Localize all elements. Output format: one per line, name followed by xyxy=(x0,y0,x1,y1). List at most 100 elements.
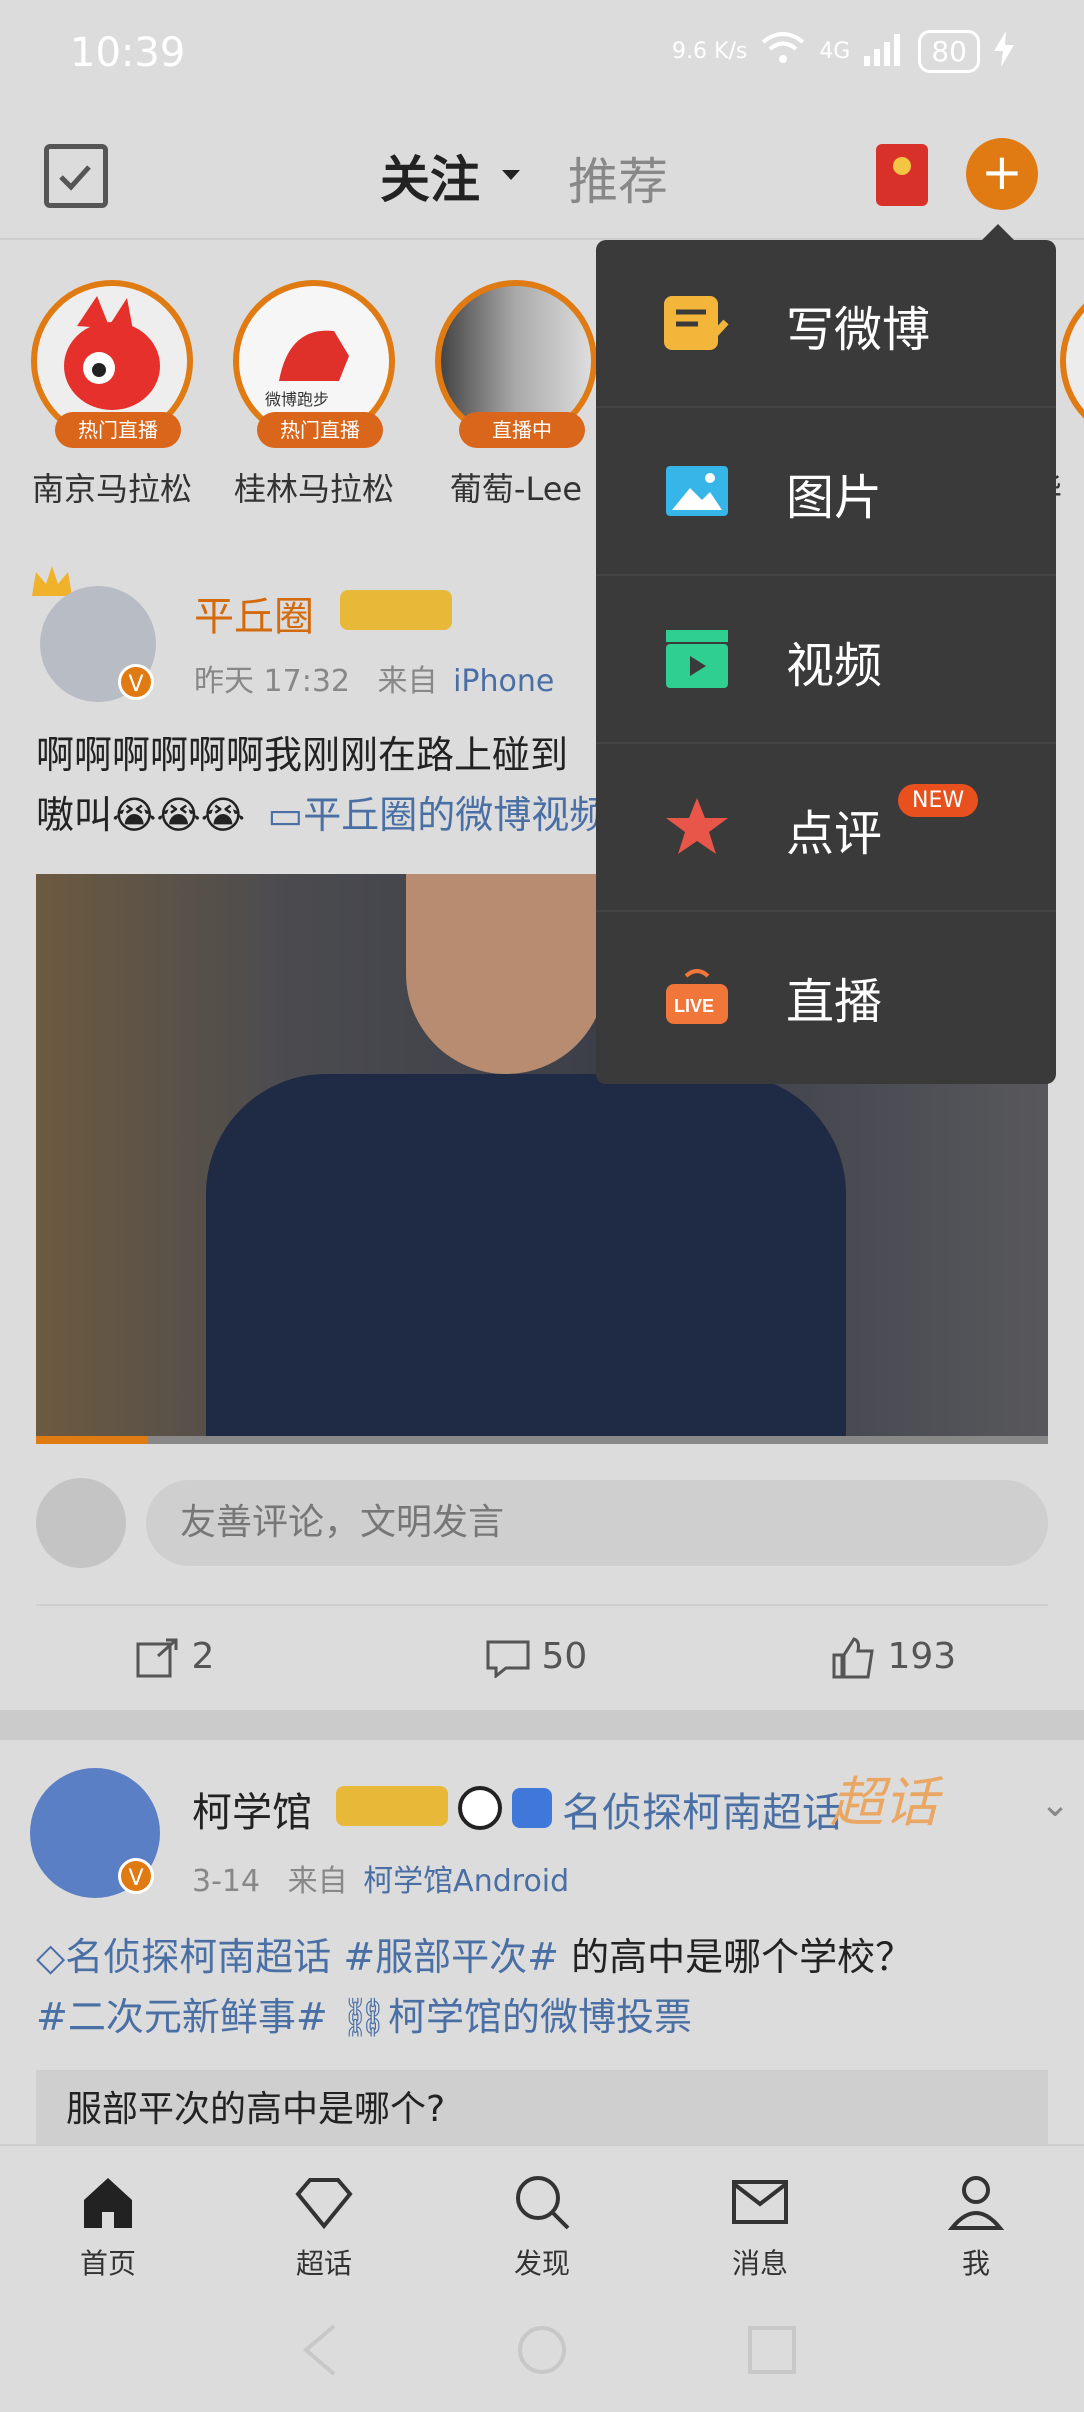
nav-label: 我 xyxy=(961,2247,990,2280)
tab-follow[interactable]: 关注 xyxy=(380,140,490,218)
post-username[interactable]: 平丘圈 xyxy=(194,584,314,642)
live-icon-text: LIVE xyxy=(674,996,714,1016)
story-item[interactable]: 直播中 葡萄-Lee xyxy=(416,280,616,510)
charging-icon xyxy=(994,30,1014,73)
chaohua-badge: 超话 xyxy=(830,1771,938,1834)
search-icon xyxy=(512,2172,572,2232)
diamond-icon xyxy=(294,2172,354,2232)
top-bar: 关注 推荐 + xyxy=(0,110,1084,238)
post-meta: 昨天 17:32 来自 iPhone xyxy=(194,656,554,700)
menu-item-image[interactable]: 图片 xyxy=(596,408,1056,576)
menu-label: 直播 xyxy=(786,974,883,1030)
diamond-icon: ◇ xyxy=(36,1935,66,1979)
panda-icon xyxy=(458,1786,502,1830)
menu-item-write-weibo[interactable]: 写微博 xyxy=(596,240,1056,408)
avatar xyxy=(1060,280,1084,442)
image-icon xyxy=(664,460,730,522)
menu-item-review[interactable]: 点评 NEW xyxy=(596,744,1056,912)
post-text: ◇名侦探柯南超话 #服部平次# 的高中是哪个学校？ xyxy=(36,1928,913,1986)
signal-icon xyxy=(864,32,904,72)
bottom-nav: 首页 超话 发现 消息 我 xyxy=(0,2144,1084,2286)
live-badge: 热门直播 xyxy=(257,412,383,448)
nav-label: 超话 xyxy=(295,2247,352,2280)
thumbs-up-icon xyxy=(832,1636,887,1679)
home-icon xyxy=(78,2172,138,2232)
add-button[interactable]: + xyxy=(966,138,1038,210)
hashtag-link[interactable]: #服部平次# xyxy=(343,1935,559,1979)
menu-item-video[interactable]: 视频 xyxy=(596,576,1056,744)
net-speed: 9.6 K/s xyxy=(672,39,748,64)
live-badge: 直播中 xyxy=(459,412,585,448)
system-nav-bar xyxy=(0,2286,1084,2412)
chevron-down-icon[interactable] xyxy=(502,170,520,180)
story-item[interactable]: 热门直播 南京马拉松 xyxy=(12,280,212,510)
red-packet-icon[interactable] xyxy=(876,144,928,206)
post-meta: 3-14 来自 柯学馆Android xyxy=(192,1856,569,1900)
menu-label: 点评 xyxy=(786,806,883,862)
wifi-icon xyxy=(761,31,805,72)
profile-icon xyxy=(946,2172,1006,2232)
comment-icon xyxy=(486,1636,541,1680)
divider xyxy=(0,1710,1084,1740)
topic-link[interactable]: 名侦探柯南超话 xyxy=(562,1780,842,1838)
poll-link[interactable]: 柯学馆的微博投票 xyxy=(388,1995,692,2039)
post-source[interactable]: 柯学馆Android xyxy=(363,1864,569,1899)
like-button[interactable]: 193 xyxy=(832,1636,956,1679)
topic-link[interactable]: 名侦探柯南超话 xyxy=(65,1935,331,1979)
nav-home[interactable]: 首页 xyxy=(48,2172,168,2282)
tab-recommend[interactable]: 推荐 xyxy=(568,142,668,214)
story-name: 葡萄-Lee xyxy=(449,470,583,508)
calendar-icon[interactable] xyxy=(44,144,108,208)
story-item[interactable]: 微博跑步 热门直播 桂林马拉松 xyxy=(214,280,414,510)
status-icons: 9.6 K/s 4G 80 xyxy=(672,30,1014,73)
post-actions: 2 50 193 xyxy=(36,1604,1048,1710)
nav-messages[interactable]: 消息 xyxy=(700,2172,820,2282)
video-progress[interactable] xyxy=(36,1436,1048,1444)
repost-count: 2 xyxy=(191,1636,215,1677)
avatar: 直播中 xyxy=(435,280,597,448)
comment-input[interactable]: 友善评论，文明发言 xyxy=(146,1480,1048,1566)
chevron-down-icon[interactable]: ⌄ xyxy=(1040,1784,1070,1825)
verified-icon: V xyxy=(118,664,154,700)
nav-label: 消息 xyxy=(731,2247,788,2280)
vip-badge-icon xyxy=(340,590,452,630)
comment-count: 50 xyxy=(541,1636,588,1677)
vip-badge-icon xyxy=(336,1786,448,1826)
create-menu: 写微博 图片 视频 点评 NEW LIVE 直播 xyxy=(596,224,1056,1084)
live-icon: LIVE xyxy=(664,964,730,1026)
live-badge: 热门直播 xyxy=(55,412,181,448)
menu-label: 图片 xyxy=(786,470,883,526)
video-icon xyxy=(664,628,730,690)
comment-button[interactable]: 50 xyxy=(486,1636,588,1680)
clock: 10:39 xyxy=(70,30,186,76)
tab-follow-label: 关注 xyxy=(380,151,480,209)
nav-discover[interactable]: 发现 xyxy=(482,2172,602,2282)
nav-chaohua[interactable]: 超话 xyxy=(264,2172,384,2282)
signal-type: 4G xyxy=(819,39,851,64)
review-icon xyxy=(664,796,730,858)
home-circle-icon xyxy=(518,2326,566,2374)
shield-icon xyxy=(512,1788,552,1828)
post-text-tail: 嗷叫😭😭😭 xyxy=(36,793,246,837)
nav-label: 发现 xyxy=(513,2247,570,2280)
post-username[interactable]: 柯学馆 xyxy=(192,1780,312,1838)
nav-me[interactable]: 我 xyxy=(916,2172,1036,2282)
status-bar: 10:39 9.6 K/s 4G 80 xyxy=(0,0,1084,110)
avatar: 微博跑步 热门直播 xyxy=(233,280,395,448)
video-link[interactable]: 平丘圈的微博视频 xyxy=(303,793,607,837)
repost-button[interactable]: 2 xyxy=(136,1636,214,1678)
menu-label: 视频 xyxy=(786,638,883,694)
avatar: 热门直播 xyxy=(31,280,193,448)
hashtag-link[interactable]: #二次元新鲜事# xyxy=(36,1995,328,2039)
video-face xyxy=(406,874,606,1074)
story-name: 南京马拉松 xyxy=(31,470,192,508)
menu-label: 写微博 xyxy=(786,302,931,358)
new-badge: NEW xyxy=(898,784,979,817)
poll-card[interactable]: 服部平次的高中是哪个? xyxy=(36,2070,1048,2150)
nav-label: 首页 xyxy=(79,2247,136,2280)
menu-item-live[interactable]: LIVE 直播 xyxy=(596,912,1056,1080)
share-icon xyxy=(136,1636,191,1678)
post-source[interactable]: iPhone xyxy=(453,664,554,699)
compose-icon xyxy=(664,292,730,354)
video-figure xyxy=(206,1074,846,1444)
